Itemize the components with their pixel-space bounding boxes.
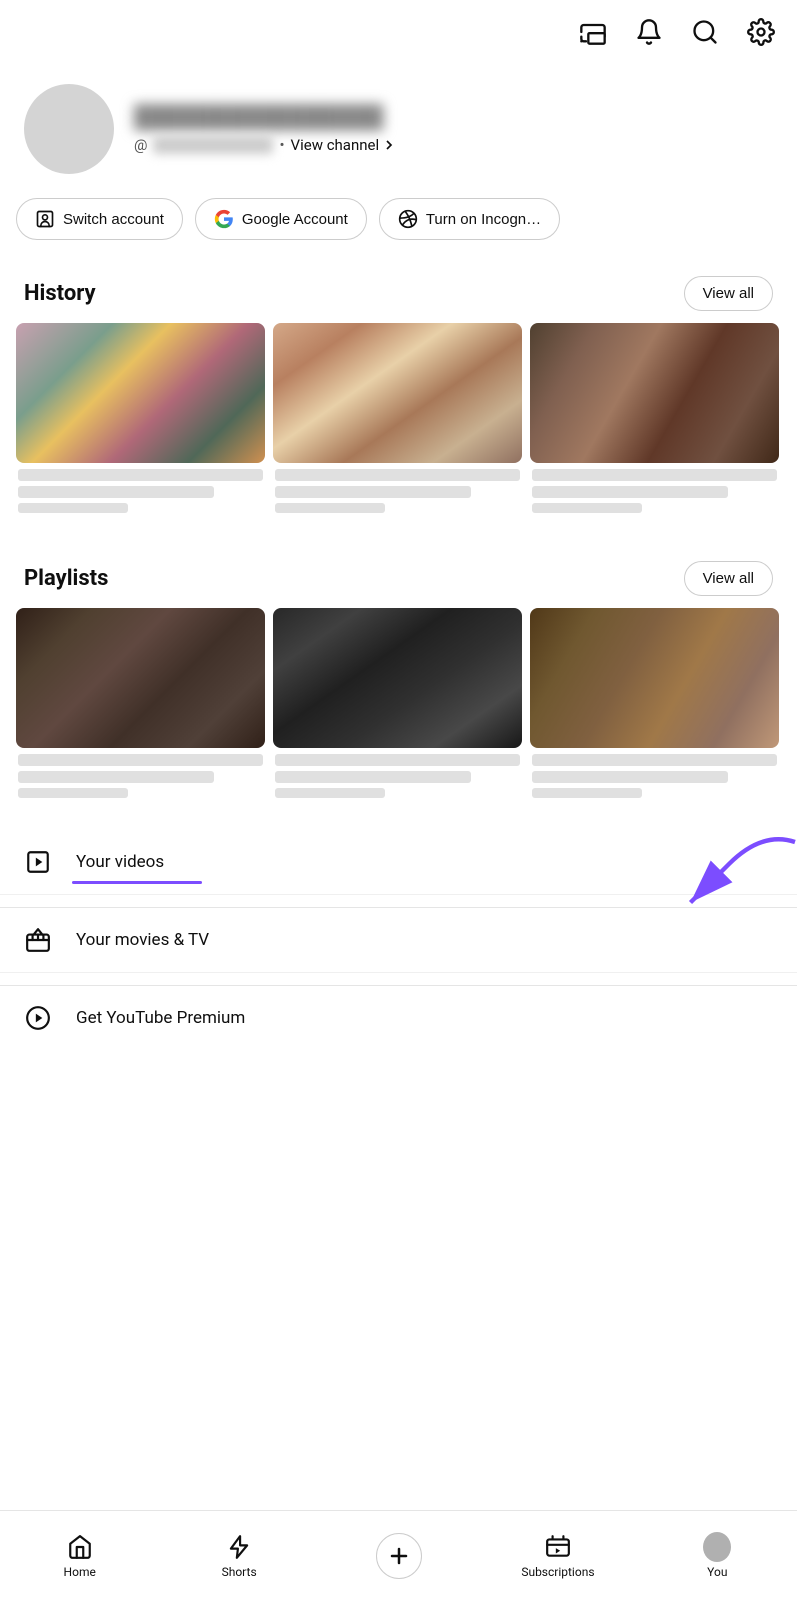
thumb-line: [532, 503, 642, 513]
you-avatar-icon: [703, 1533, 731, 1561]
history-thumb-3-text: [530, 469, 779, 513]
create-icon: [376, 1533, 422, 1579]
shorts-icon: [225, 1533, 253, 1561]
playlists-thumbnails: [0, 608, 797, 810]
thumb-line: [275, 771, 471, 783]
top-bar: [0, 0, 797, 64]
playlists-view-all-button[interactable]: View all: [684, 561, 773, 596]
you-avatar-circle: [703, 1532, 731, 1562]
incognito-button[interactable]: Turn on Incogn…: [379, 198, 560, 240]
nav-shorts[interactable]: Shorts: [159, 1533, 318, 1579]
playlist-thumb-3[interactable]: [530, 608, 779, 798]
incognito-label: Turn on Incogn…: [426, 211, 541, 228]
thumb-line: [18, 771, 214, 783]
bottom-nav: Home Shorts Subscript: [0, 1510, 797, 1600]
nav-create[interactable]: [319, 1533, 478, 1579]
playlist-thumbnail-image-2: [273, 608, 522, 748]
history-header: History View all: [0, 268, 797, 323]
history-thumb-3[interactable]: [530, 323, 779, 513]
at-symbol: @: [134, 136, 147, 154]
playlist-thumb-1[interactable]: [16, 608, 265, 798]
cast-icon[interactable]: [577, 16, 609, 48]
history-section: History View all: [0, 268, 797, 525]
profile-handle: [153, 136, 273, 154]
nav-home[interactable]: Home: [0, 1533, 159, 1579]
thumb-line: [18, 486, 214, 498]
settings-icon[interactable]: [745, 16, 777, 48]
nav-you-label: You: [707, 1565, 727, 1579]
playlists-section: Playlists View all: [0, 553, 797, 810]
thumb-line: [532, 469, 777, 481]
history-thumbnail-image-3: [530, 323, 779, 463]
switch-account-button[interactable]: Switch account: [16, 198, 183, 240]
profile-name: ████████████████: [134, 104, 397, 130]
playlist-thumb-3-text: [530, 754, 779, 798]
playlist-thumbnail-image-1: [16, 608, 265, 748]
subscriptions-icon: [544, 1533, 572, 1561]
nav-you[interactable]: You: [638, 1533, 797, 1579]
search-icon[interactable]: [689, 16, 721, 48]
notifications-icon[interactable]: [633, 16, 665, 48]
thumb-line: [275, 486, 471, 498]
youtube-premium-menu-item[interactable]: Get YouTube Premium: [0, 986, 797, 1050]
thumb-line: [532, 754, 777, 766]
playlists-header: Playlists View all: [0, 553, 797, 608]
your-movies-tv-label: Your movies & TV: [76, 930, 209, 950]
thumb-line: [18, 754, 263, 766]
clapperboard-icon: [24, 926, 52, 954]
nav-subscriptions[interactable]: Subscriptions: [478, 1533, 637, 1579]
playlist-thumb-2-text: [273, 754, 522, 798]
thumb-line: [18, 503, 128, 513]
play-square-icon: [24, 848, 52, 876]
history-thumb-1[interactable]: [16, 323, 265, 513]
history-thumb-2-text: [273, 469, 522, 513]
profile-section: ████████████████ @ • View channel: [0, 64, 797, 198]
switch-account-label: Switch account: [63, 211, 164, 228]
google-account-button[interactable]: Google Account: [195, 198, 367, 240]
history-thumb-2[interactable]: [273, 323, 522, 513]
history-view-all-button[interactable]: View all: [684, 276, 773, 311]
thumb-line: [532, 486, 728, 498]
history-thumbnails: [0, 323, 797, 525]
playlist-thumb-2[interactable]: [273, 608, 522, 798]
history-thumbnail-image-1: [16, 323, 265, 463]
thumb-line: [275, 469, 520, 481]
your-videos-menu-item[interactable]: Your videos: [0, 830, 797, 895]
menu-items: Your videos: [0, 830, 797, 1050]
thumb-line: [275, 788, 385, 798]
purple-underline: [72, 881, 202, 884]
view-channel-label: View channel: [291, 136, 380, 154]
action-buttons-row: Switch account Google Account Turn on In…: [0, 198, 797, 268]
avatar: [24, 84, 114, 174]
thumb-line: [532, 771, 728, 783]
nav-home-label: Home: [64, 1565, 96, 1579]
history-title: History: [24, 281, 96, 306]
profile-handle-row: @ • View channel: [134, 136, 397, 154]
playlist-thumb-1-text: [16, 754, 265, 798]
playlist-thumbnail-image-3: [530, 608, 779, 748]
nav-subscriptions-label: Subscriptions: [521, 1565, 594, 1579]
your-videos-label: Your videos: [76, 852, 164, 872]
thumb-line: [18, 469, 263, 481]
separator: •: [279, 136, 284, 154]
thumb-line: [275, 754, 520, 766]
nav-shorts-label: Shorts: [222, 1565, 257, 1579]
thumb-line: [532, 788, 642, 798]
thumb-line: [18, 788, 128, 798]
home-icon: [66, 1533, 94, 1561]
profile-info: ████████████████ @ • View channel: [134, 104, 397, 154]
view-channel-link[interactable]: View channel: [291, 136, 398, 154]
google-account-label: Google Account: [242, 211, 348, 228]
play-circle-icon: [24, 1004, 52, 1032]
playlists-title: Playlists: [24, 566, 108, 591]
youtube-premium-label: Get YouTube Premium: [76, 1008, 245, 1028]
history-thumb-1-text: [16, 469, 265, 513]
your-movies-tv-menu-item[interactable]: Your movies & TV: [0, 908, 797, 973]
history-thumbnail-image-2: [273, 323, 522, 463]
thumb-line: [275, 503, 385, 513]
